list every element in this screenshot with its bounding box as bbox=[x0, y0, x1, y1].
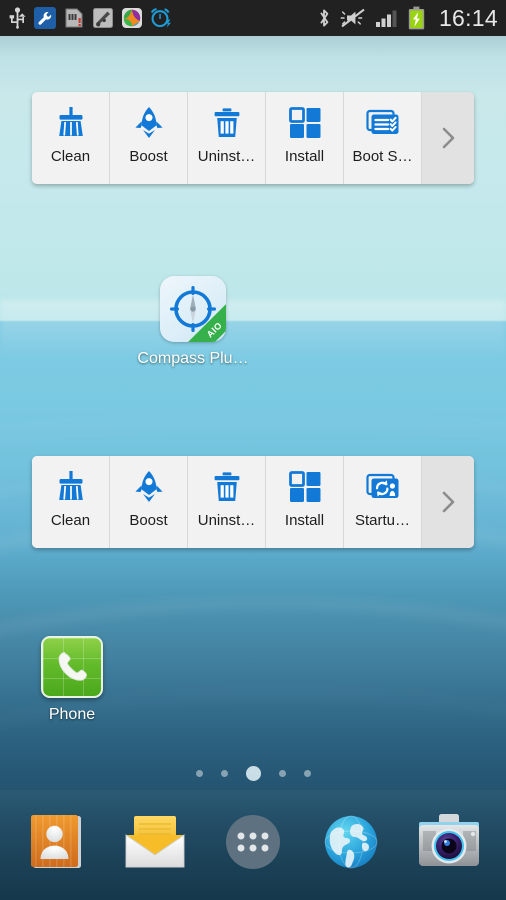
app-label: Compass Plu… bbox=[137, 350, 249, 367]
widget-button-install[interactable]: Install bbox=[266, 92, 344, 184]
widget-button-label: Clean bbox=[50, 148, 91, 165]
dock-item-contacts[interactable] bbox=[22, 807, 92, 877]
widget-button-install[interactable]: Install bbox=[266, 456, 344, 548]
broom-icon bbox=[51, 103, 91, 143]
status-bar-system-icons: 16:14 bbox=[317, 5, 498, 32]
signal-bars-icon bbox=[375, 10, 397, 27]
widget-button-uninstall[interactable]: Uninst… bbox=[188, 92, 266, 184]
startup-refresh-cards-icon bbox=[363, 467, 403, 507]
usb-icon bbox=[9, 7, 26, 29]
tools-widget-bottom[interactable]: Clean Boost Uninst… Install Startu… bbox=[32, 456, 474, 548]
widget-button-startup[interactable]: Startu… bbox=[344, 456, 422, 548]
globe-icon bbox=[324, 815, 378, 869]
tools-widget-top[interactable]: Clean Boost Uninst… Install Boot S… bbox=[32, 92, 474, 184]
envelope-icon bbox=[125, 816, 185, 868]
app-drawer-dots-icon bbox=[226, 815, 280, 869]
widget-button-label: Boot S… bbox=[352, 148, 413, 165]
page-dot[interactable] bbox=[303, 770, 311, 777]
checklist-cards-icon bbox=[363, 103, 403, 143]
grid-squares-icon bbox=[285, 467, 325, 507]
widget-button-label: Startu… bbox=[354, 512, 411, 529]
widget-button-label: Uninst… bbox=[197, 148, 256, 165]
horizon-haze bbox=[0, 300, 506, 360]
status-bar-clock: 16:14 bbox=[438, 4, 498, 31]
alarm-clock-icon bbox=[150, 8, 171, 28]
home-screen: 16:14 Clean Boost Uninst… Install Boot S… bbox=[0, 0, 506, 900]
widget-button-boost[interactable]: Boost bbox=[110, 92, 188, 184]
widget-button-label: Install bbox=[284, 148, 325, 165]
dock-item-email[interactable] bbox=[120, 807, 190, 877]
widget-next-page-button[interactable] bbox=[422, 456, 474, 548]
vibrate-mute-icon bbox=[340, 8, 365, 28]
page-dot[interactable] bbox=[195, 770, 203, 777]
compass-icon: AIO bbox=[160, 276, 226, 342]
app-icon-phone[interactable]: Phone bbox=[12, 636, 132, 724]
contacts-person-icon bbox=[31, 815, 81, 868]
dock-item-app-drawer[interactable] bbox=[218, 807, 288, 877]
dock-item-browser[interactable] bbox=[316, 807, 386, 877]
phone-handset-icon bbox=[41, 636, 103, 698]
app-icon-compass-plus[interactable]: AIO Compass Plu… bbox=[133, 276, 253, 368]
camera-icon bbox=[419, 814, 479, 866]
sd-card-icon bbox=[65, 8, 83, 28]
battery-charging-icon bbox=[408, 6, 425, 30]
app-label: Phone bbox=[48, 706, 96, 723]
chevron-right-icon bbox=[442, 491, 455, 513]
widget-button-label: Install bbox=[284, 512, 325, 529]
widget-button-label: Clean bbox=[50, 512, 91, 529]
page-indicator bbox=[0, 766, 506, 781]
grid-squares-icon bbox=[285, 103, 325, 143]
rocket-icon bbox=[129, 103, 169, 143]
broom-icon bbox=[51, 467, 91, 507]
dock-item-camera[interactable] bbox=[414, 807, 484, 877]
widget-next-page-button[interactable] bbox=[422, 92, 474, 184]
page-dot-active[interactable] bbox=[245, 766, 261, 781]
status-bar-notification-icons bbox=[8, 7, 172, 29]
widget-button-boost[interactable]: Boost bbox=[110, 456, 188, 548]
trash-icon bbox=[207, 467, 247, 507]
widget-button-label: Uninst… bbox=[197, 512, 256, 529]
status-bar[interactable]: 16:14 bbox=[0, 0, 506, 36]
app-notification-icon bbox=[93, 8, 113, 28]
rocket-icon bbox=[129, 467, 169, 507]
widget-button-clean[interactable]: Clean bbox=[32, 456, 110, 548]
trash-icon bbox=[207, 103, 247, 143]
widget-button-label: Boost bbox=[129, 512, 168, 529]
page-dot[interactable] bbox=[278, 770, 286, 777]
chevron-right-icon bbox=[442, 127, 455, 149]
photos-app-icon bbox=[122, 8, 142, 28]
dock bbox=[0, 790, 506, 900]
widget-button-uninstall[interactable]: Uninst… bbox=[188, 456, 266, 548]
widget-button-label: Boost bbox=[129, 148, 168, 165]
page-dot[interactable] bbox=[220, 770, 228, 777]
bluetooth-icon bbox=[320, 9, 329, 27]
developer-wrench-icon bbox=[34, 7, 56, 29]
widget-button-boot-speedup[interactable]: Boot S… bbox=[344, 92, 422, 184]
widget-button-clean[interactable]: Clean bbox=[32, 92, 110, 184]
